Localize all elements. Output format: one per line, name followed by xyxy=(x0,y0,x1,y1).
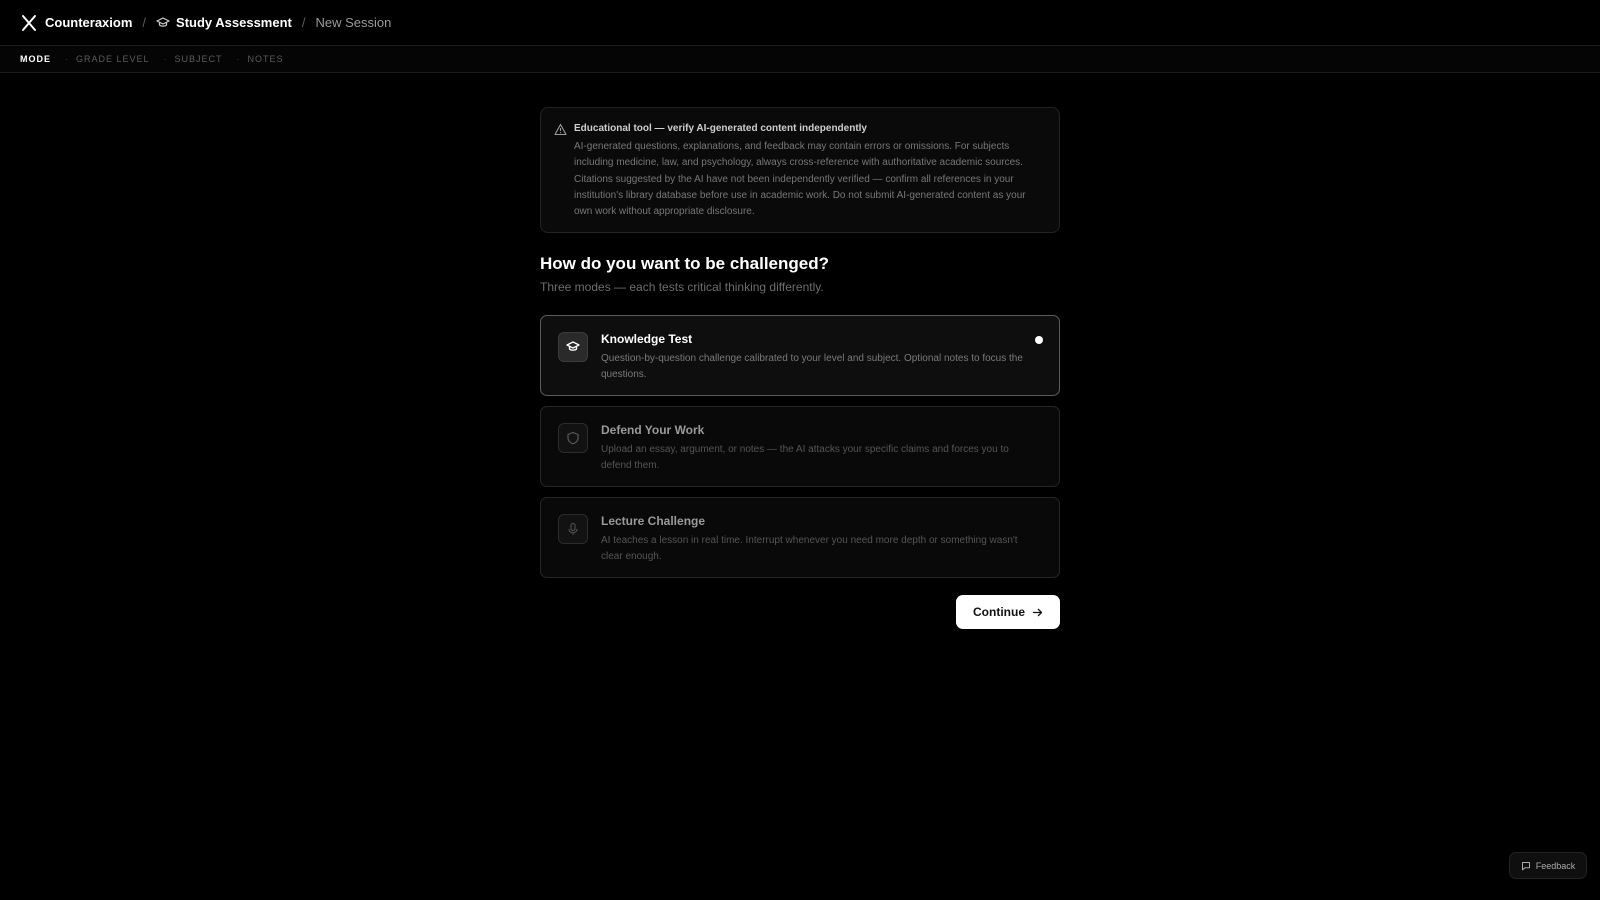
main-content: Educational tool — verify AI-generated c… xyxy=(540,107,1060,629)
step-notes[interactable]: NOTES xyxy=(248,54,284,64)
brand-name[interactable]: Counteraxiom xyxy=(45,15,132,30)
continue-label: Continue xyxy=(973,605,1025,619)
shield-icon xyxy=(558,423,588,453)
feedback-label: Feedback xyxy=(1535,860,1576,871)
page-subtitle: Three modes — each tests critical thinki… xyxy=(540,280,824,294)
mode-options: Knowledge Test Question-by-question chal… xyxy=(540,315,1060,578)
mode-title: Knowledge Test xyxy=(601,332,693,346)
disclaimer-banner: Educational tool — verify AI-generated c… xyxy=(540,107,1060,233)
graduation-cap-icon xyxy=(156,16,170,30)
feedback-button[interactable]: Feedback xyxy=(1509,852,1587,879)
mode-description: Upload an essay, argument, or notes — th… xyxy=(601,444,1009,471)
mode-option-defend-your-work[interactable]: Defend Your Work Upload an essay, argume… xyxy=(540,406,1060,487)
page-title: How do you want to be challenged? xyxy=(540,254,830,273)
mode-option-knowledge-test[interactable]: Knowledge Test Question-by-question chal… xyxy=(540,315,1060,396)
mode-title: Lecture Challenge xyxy=(601,514,706,528)
step-separator: · xyxy=(236,54,240,64)
warning-triangle-icon xyxy=(554,123,567,136)
microphone-icon xyxy=(558,514,588,544)
disclaimer-body: AI-generated questions, explanations, an… xyxy=(574,141,1026,218)
step-mode[interactable]: MODE xyxy=(20,54,51,64)
mode-title: Defend Your Work xyxy=(601,423,705,437)
mode-description: AI teaches a lesson in real time. Interr… xyxy=(601,535,1018,562)
arrow-right-icon xyxy=(1032,607,1043,618)
step-subject[interactable]: SUBJECT xyxy=(175,54,223,64)
step-separator: · xyxy=(163,54,167,64)
mode-option-lecture-challenge[interactable]: Lecture Challenge AI teaches a lesson in… xyxy=(540,497,1060,578)
x-logo-icon[interactable] xyxy=(20,14,38,32)
breadcrumb-current: New Session xyxy=(315,15,392,30)
top-bar: Counteraxiom / Study Assessment / New Se… xyxy=(0,0,1600,46)
message-square-icon xyxy=(1521,861,1531,871)
selected-indicator xyxy=(1035,336,1043,344)
step-grade-level[interactable]: GRADE LEVEL xyxy=(76,54,150,64)
step-separator: · xyxy=(65,54,68,64)
continue-button[interactable]: Continue xyxy=(956,595,1060,629)
disclaimer-title: Educational tool — verify AI-generated c… xyxy=(574,123,867,134)
graduation-cap-icon xyxy=(558,332,588,362)
actions-row: Continue xyxy=(540,595,1060,629)
breadcrumb-separator: / xyxy=(142,15,147,30)
breadcrumb-separator: / xyxy=(301,15,306,30)
wizard-steps: MODE · GRADE LEVEL · SUBJECT · NOTES xyxy=(0,46,1600,73)
mode-description: Question-by-question challenge calibrate… xyxy=(601,353,1023,380)
breadcrumb-study-assessment[interactable]: Study Assessment xyxy=(176,15,292,30)
